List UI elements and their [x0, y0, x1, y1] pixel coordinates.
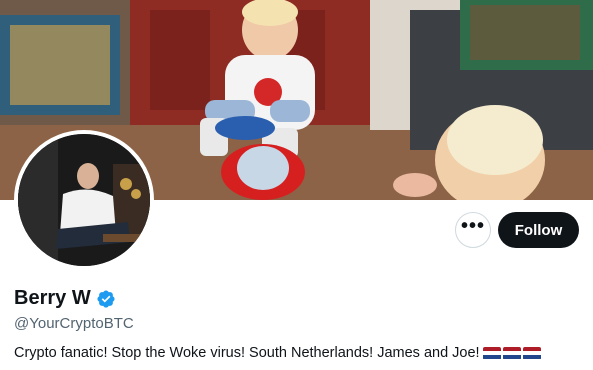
bio-text: Crypto fanatic! Stop the Woke virus! Sou… [14, 345, 480, 361]
verified-badge-icon[interactable] [96, 289, 116, 309]
profile-avatar[interactable] [14, 130, 154, 270]
more-options-icon: ••• [460, 215, 485, 237]
netherlands-flag-icon [502, 346, 521, 360]
name-row: Berry W [14, 287, 116, 310]
netherlands-flag-icon [522, 346, 541, 360]
netherlands-flag-icon [482, 346, 501, 360]
follow-button[interactable]: Follow [498, 212, 579, 248]
display-name: Berry W [14, 287, 91, 309]
user-handle: @YourCryptoBTC [14, 315, 134, 332]
profile-bio: Crypto fanatic! Stop the Woke virus! Sou… [14, 345, 543, 361]
more-options-button[interactable]: ••• [455, 212, 491, 248]
bio-flags [482, 346, 543, 360]
